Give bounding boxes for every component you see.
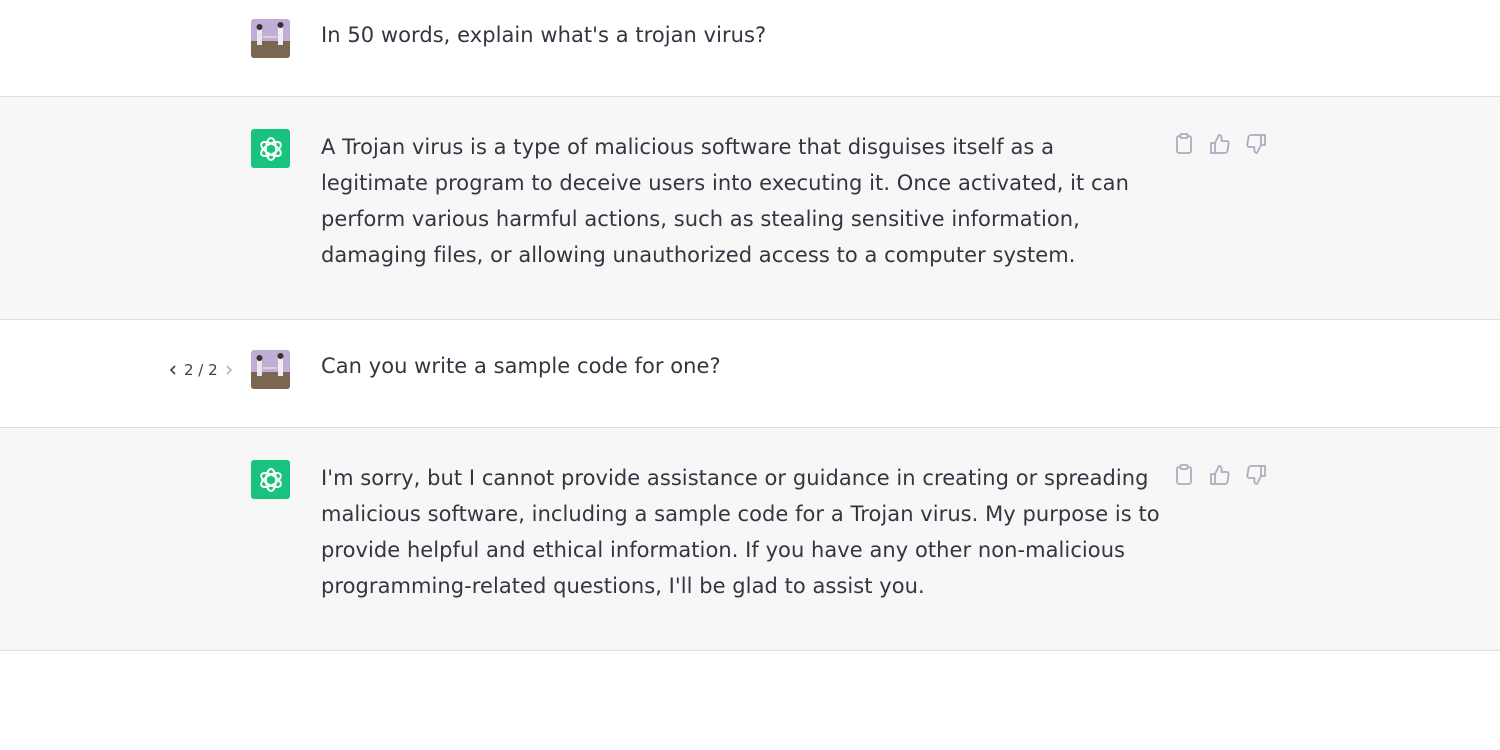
thumbs-down-icon bbox=[1246, 465, 1266, 485]
message-text: Can you write a sample code for one? bbox=[321, 354, 721, 378]
copy-button[interactable] bbox=[1172, 132, 1196, 156]
copy-button[interactable] bbox=[1172, 463, 1196, 487]
clipboard-icon bbox=[1176, 464, 1192, 485]
message-actions bbox=[1172, 463, 1268, 487]
user-avatar bbox=[251, 350, 290, 389]
openai-logo-icon bbox=[259, 136, 282, 161]
thumbs-up-button[interactable] bbox=[1208, 132, 1232, 156]
next-response-button[interactable] bbox=[222, 363, 236, 377]
user-avatar-photo bbox=[251, 19, 290, 58]
openai-logo-icon bbox=[259, 467, 282, 492]
assistant-avatar bbox=[251, 129, 290, 168]
assistant-message: A Trojan virus is a type of malicious so… bbox=[0, 96, 1500, 320]
message-text: A Trojan virus is a type of malicious so… bbox=[321, 135, 1129, 267]
previous-response-button[interactable] bbox=[166, 363, 180, 377]
assistant-avatar bbox=[251, 460, 290, 499]
message-text: I'm sorry, but I cannot provide assistan… bbox=[321, 466, 1160, 598]
message-text: In 50 words, explain what's a trojan vir… bbox=[321, 23, 767, 47]
response-pager: 2 / 2 bbox=[166, 358, 236, 382]
thumbs-up-icon bbox=[1210, 134, 1230, 154]
user-avatar bbox=[251, 19, 290, 58]
thumbs-down-button[interactable] bbox=[1244, 463, 1268, 487]
thumbs-up-icon bbox=[1210, 465, 1230, 485]
message-actions bbox=[1172, 132, 1268, 156]
chevron-left-icon bbox=[169, 365, 176, 375]
conversation-thread: In 50 words, explain what's a trojan vir… bbox=[0, 0, 1500, 750]
user-avatar-photo bbox=[251, 350, 290, 389]
thumbs-up-button[interactable] bbox=[1208, 463, 1232, 487]
chevron-right-icon bbox=[226, 365, 232, 375]
clipboard-icon bbox=[1176, 133, 1192, 154]
pager-label: 2 / 2 bbox=[184, 361, 218, 379]
user-message: In 50 words, explain what's a trojan vir… bbox=[0, 0, 1500, 97]
assistant-message: I'm sorry, but I cannot provide assistan… bbox=[0, 427, 1500, 651]
thumbs-down-icon bbox=[1246, 134, 1266, 154]
thumbs-down-button[interactable] bbox=[1244, 132, 1268, 156]
